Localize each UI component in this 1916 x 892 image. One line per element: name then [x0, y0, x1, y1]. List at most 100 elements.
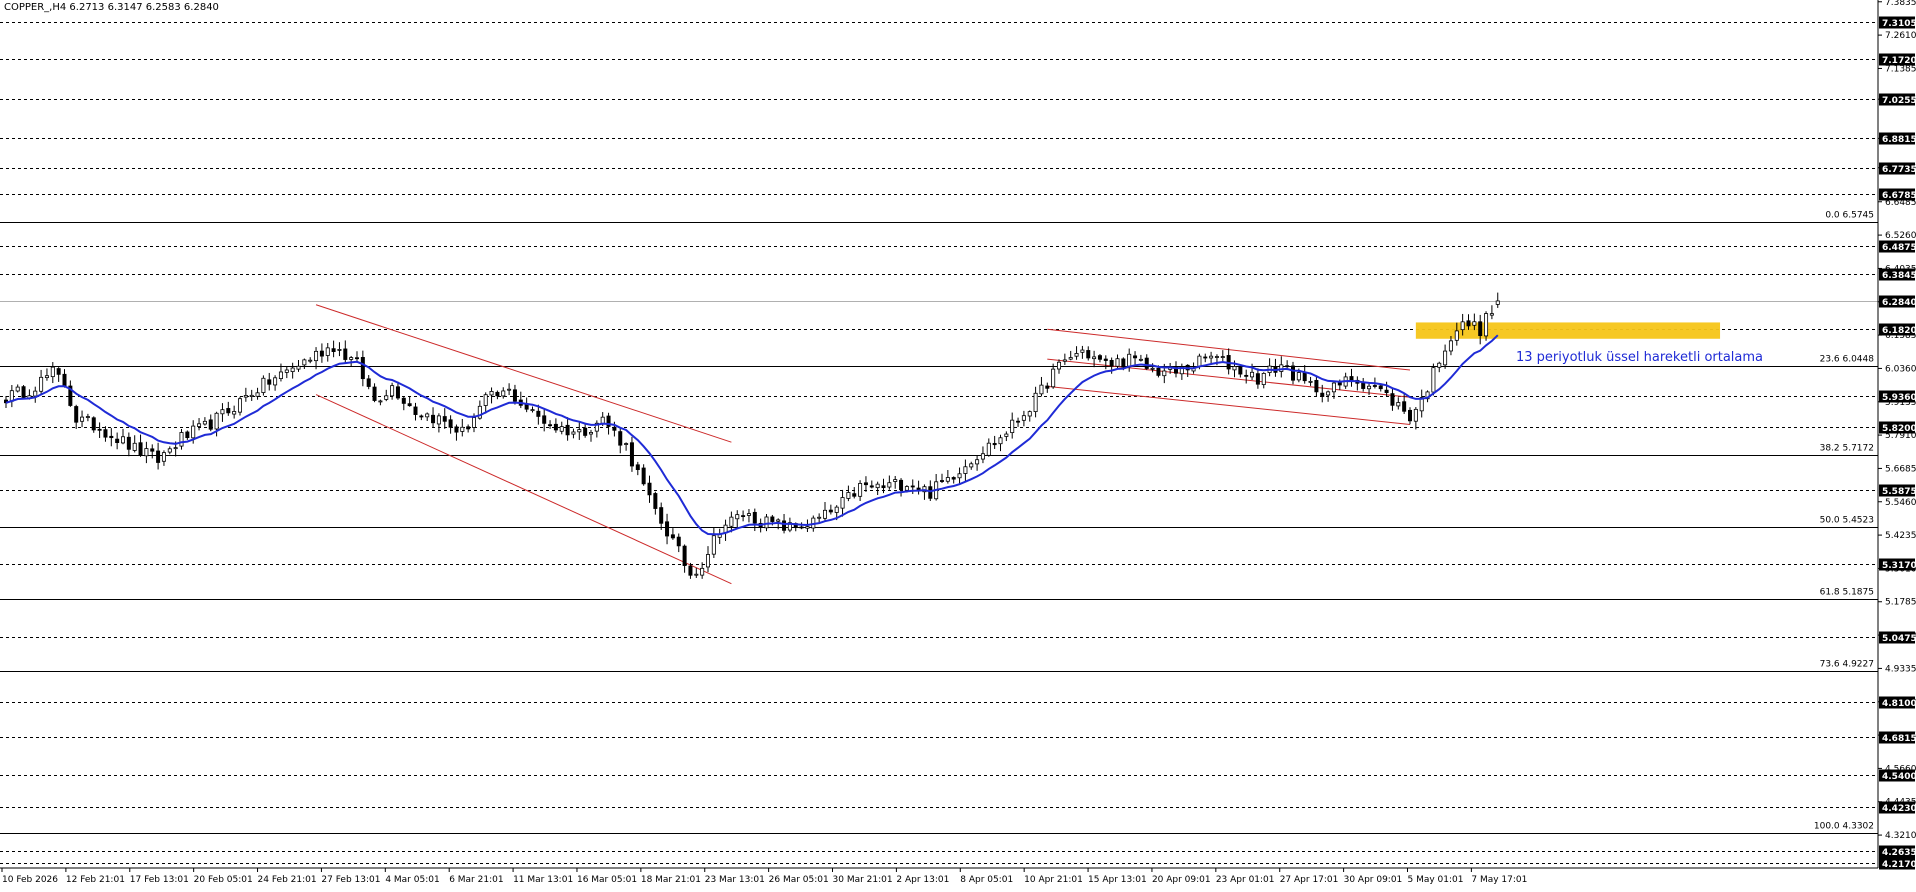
candle-body	[115, 438, 120, 444]
level-price-tag-label: 4.2635	[1882, 848, 1916, 858]
candle-body	[191, 425, 196, 439]
level-price-tag-label: 5.3170	[1882, 561, 1916, 571]
candle-body	[1396, 402, 1401, 407]
candle-body	[1431, 367, 1436, 393]
candle-body	[436, 415, 441, 425]
candle-body	[161, 452, 166, 462]
candle-body	[1232, 366, 1237, 371]
channel-line-ch1_bottom	[315, 394, 732, 585]
candle-body	[249, 394, 254, 397]
price-tick-label: 5.4235	[1885, 531, 1916, 541]
candle-body	[273, 377, 278, 386]
candle-body	[512, 389, 517, 402]
candle-body	[501, 390, 506, 397]
level-price-tag-label: 5.0475	[1882, 634, 1916, 644]
candle-body	[1402, 401, 1407, 412]
candle-body	[1010, 419, 1015, 434]
candle-body	[1448, 340, 1453, 352]
symbol-info: COPPER_,H4 6.2713 6.3147 6.2583 6.2840	[4, 2, 219, 13]
price-axis: 7.38357.26107.13857.02556.88156.77356.64…	[1877, 0, 1916, 870]
candle-body	[343, 348, 348, 360]
candle-body	[729, 516, 734, 527]
time-tick-label: 6 Mar 21:01	[449, 875, 503, 885]
time-tick-label: 23 Mar 13:01	[705, 875, 765, 885]
level-price-tag-label: 7.3105	[1882, 19, 1916, 29]
candle-body	[278, 371, 283, 379]
candle-body	[460, 426, 465, 432]
candle-body	[1302, 371, 1307, 382]
candle-body	[349, 357, 354, 360]
candle-body	[1437, 362, 1442, 368]
candle-body	[1320, 392, 1325, 397]
candle-body	[138, 442, 143, 456]
candle-body	[635, 464, 640, 471]
candle-body	[1337, 382, 1342, 386]
candle-body	[354, 357, 359, 360]
candle-body	[852, 493, 857, 497]
time-tick-label: 27 Apr 17:01	[1280, 875, 1339, 885]
candle-body	[928, 486, 933, 499]
time-tick-label: 30 Apr 09:01	[1344, 875, 1403, 885]
candle-body	[255, 392, 260, 397]
level-price-tag-label: 5.5875	[1882, 487, 1916, 497]
candle-body	[577, 429, 582, 433]
candle-body	[881, 485, 886, 489]
candle-body	[1285, 365, 1290, 368]
candle-body	[559, 426, 564, 432]
candle-body	[413, 406, 418, 415]
candles-layer	[4, 292, 1500, 579]
candle-body	[261, 377, 266, 393]
level-price-tag-label: 4.5400	[1882, 772, 1916, 782]
candle-body	[489, 391, 494, 396]
candle-body	[454, 426, 459, 433]
price-tick-label: 4.3210	[1885, 831, 1916, 841]
price-chart[interactable]: 0.0 6.5745 23.6 6.0448 38.2 5.7172 50.0 5.4…	[0, 0, 1916, 888]
current-price-tag-label: 6.2840	[1882, 298, 1916, 308]
candle-body	[1384, 389, 1389, 394]
candle-body	[220, 409, 225, 415]
candle-body	[834, 506, 839, 513]
candle-body	[121, 436, 126, 444]
candle-body	[764, 516, 769, 529]
candle-body	[1326, 391, 1331, 396]
candle-body	[1197, 355, 1202, 367]
candle-body	[782, 520, 787, 531]
candle-body	[442, 416, 447, 422]
level-price-tag-label: 4.8100	[1882, 699, 1916, 709]
candle-body	[156, 450, 161, 463]
candle-body	[799, 526, 804, 529]
candle-body	[1472, 321, 1477, 326]
candle-body	[858, 483, 863, 497]
candle-body	[863, 482, 868, 486]
candle-body	[21, 386, 26, 398]
candle-body	[1203, 356, 1208, 359]
time-tick-label: 20 Apr 09:01	[1152, 875, 1211, 885]
candle-body	[507, 388, 512, 391]
ema-annotation: 13 periyotluk üssel hareketli ortalama	[1516, 350, 1764, 365]
candle-body	[706, 554, 711, 568]
time-tick-label: 20 Feb 05:01	[194, 875, 253, 885]
candle-body	[1261, 372, 1266, 385]
candle-body	[548, 424, 553, 427]
time-tick-label: 27 Feb 13:01	[321, 875, 380, 885]
candle-body	[998, 437, 1003, 445]
candle-body	[243, 395, 248, 398]
time-tick-label: 2 Apr 13:01	[896, 875, 949, 885]
candle-body	[1144, 357, 1149, 369]
candle-body	[384, 395, 389, 400]
candle-body	[471, 417, 476, 428]
candle-body	[1150, 367, 1155, 370]
time-tick-label: 16 Mar 05:01	[577, 875, 637, 885]
candle-body	[1162, 370, 1167, 377]
candle-body	[325, 347, 330, 356]
candle-body	[1250, 371, 1255, 378]
trend-channels	[315, 304, 1411, 585]
candle-body	[553, 423, 558, 431]
time-tick-label: 11 Mar 13:01	[513, 875, 573, 885]
candle-body	[366, 378, 371, 387]
fib-level-label: 0.0 6.5745	[1825, 211, 1874, 221]
level-price-tag-label: 6.7735	[1882, 165, 1916, 175]
candle-body	[1080, 349, 1085, 353]
time-tick-label: 7 May 17:01	[1471, 875, 1527, 885]
candle-body	[109, 435, 114, 439]
